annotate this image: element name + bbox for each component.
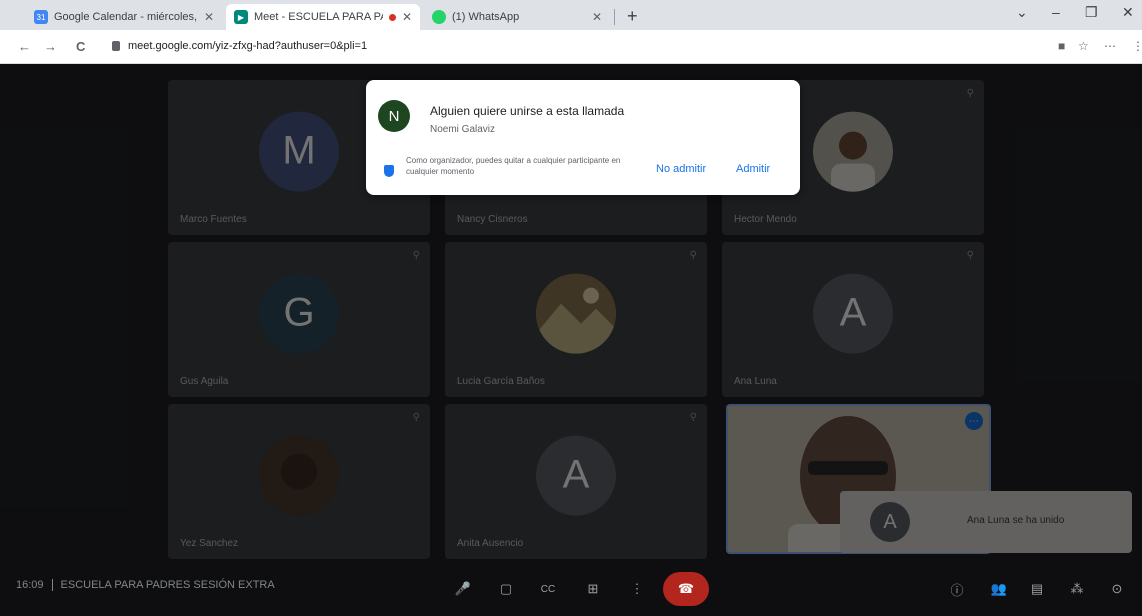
deny-button[interactable]: No admitir (656, 163, 706, 175)
maximize-button[interactable]: ❐ (1085, 4, 1098, 21)
participant-tile[interactable]: G ⚲ Gus Aguila (168, 242, 430, 397)
organizer-note: Como organizador, puedes quitar a cualqu… (406, 156, 621, 176)
url-field[interactable]: meet.google.com/yiz-zfxg-had?authuser=0&… (112, 40, 367, 52)
recording-indicator (388, 13, 396, 21)
lock-icon (112, 41, 120, 51)
shield-icon (384, 165, 394, 177)
end-call-button[interactable]: ☎ (663, 572, 709, 606)
participant-tile[interactable]: ⚲ Yez Sanchez (168, 404, 430, 559)
minimize-button[interactable]: – (1052, 4, 1060, 20)
mic-muted-icon: ⚲ (966, 88, 974, 99)
participant-name: Hector Mendo (734, 214, 797, 225)
browser-menu-icon[interactable]: ⋮ (1132, 39, 1142, 53)
avatar: G (259, 273, 339, 354)
avatar-photo (536, 273, 616, 354)
calendar-icon: 31 (34, 10, 48, 24)
avatar-photo (259, 435, 339, 516)
close-window-button[interactable]: ✕ (1122, 4, 1134, 21)
tab-meet[interactable]: ▶ Meet - ESCUELA PARA PADI ✕ (226, 4, 420, 30)
dialog-title: Alguien quiere unirse a esta llamada (430, 104, 625, 118)
people-button[interactable]: 👥 (982, 572, 1016, 606)
more-options-button[interactable]: ⋯ (965, 412, 983, 430)
mic-muted-icon: ⚲ (412, 412, 420, 423)
chat-button[interactable]: ▤ (1020, 572, 1054, 606)
participant-name: Nancy Cisneros (457, 214, 528, 225)
tab-google-calendar[interactable]: 31 Google Calendar - miércoles, 24 ✕ (26, 4, 222, 30)
tab-search-dropdown[interactable]: ⌄ (1016, 4, 1028, 21)
mic-button[interactable]: 🎤 (446, 572, 480, 606)
participant-tile[interactable]: A ⚲ Ana Luna (722, 242, 984, 397)
activities-button[interactable]: ⁂ (1060, 572, 1094, 606)
participant-name: Lucia García Baños (457, 376, 545, 387)
divider (51, 579, 53, 591)
meeting-info: 16:09 ESCUELA PARA PADRES SESIÓN EXTRA (16, 579, 275, 591)
mic-muted-icon: ⚲ (412, 250, 420, 261)
address-bar: ← → C meet.google.com/yiz-zfxg-had?authu… (0, 30, 1142, 64)
avatar: N (378, 100, 410, 132)
info-button[interactable]: ⓘ (940, 572, 974, 606)
join-request-dialog: N Alguien quiere unirse a esta llamada N… (366, 80, 800, 195)
mic-muted-icon: ⚲ (689, 412, 697, 423)
participant-name: Marco Fuentes (180, 214, 247, 225)
participant-name: Gus Aguila (180, 376, 229, 387)
url-text: meet.google.com/yiz-zfxg-had?authuser=0&… (128, 40, 368, 52)
close-tab-icon[interactable]: ✕ (402, 10, 412, 24)
forward-button[interactable]: → (44, 39, 57, 54)
meeting-title: ESCUELA PARA PADRES SESIÓN EXTRA (60, 579, 275, 591)
new-tab-button[interactable]: + (627, 6, 638, 27)
participant-name: Yez Sanchez (180, 538, 239, 549)
avatar: A (870, 502, 910, 542)
person-photo-icon (281, 453, 317, 490)
tab-title: (1) WhatsApp (452, 11, 520, 23)
participant-tile[interactable]: ⚲ Lucia García Baños (445, 242, 707, 397)
camera-button[interactable]: ▢ (489, 572, 523, 606)
meeting-controls-bar: 16:09 ESCUELA PARA PADRES SESIÓN EXTRA 🎤… (0, 562, 1142, 616)
participant-name: Anita Ausencio (457, 538, 524, 549)
meet-icon: ▶ (234, 10, 248, 24)
tab-strip: 31 Google Calendar - miércoles, 24 ✕ ▶ M… (0, 0, 1142, 30)
landscape-photo-icon (536, 273, 616, 354)
avatar: A (813, 273, 893, 354)
participant-name: Ana Luna (734, 376, 777, 387)
more-options-button[interactable]: ⋮ (620, 572, 654, 606)
profile-icon[interactable]: ⋯ (1104, 39, 1116, 53)
avatar: A (536, 435, 616, 516)
mic-muted-icon: ⚲ (689, 250, 697, 261)
requester-name: Noemi Galaviz (430, 124, 496, 135)
bookmark-star-icon[interactable]: ☆ (1078, 39, 1089, 53)
mic-muted-icon: ⚲ (966, 250, 974, 261)
toast-message: Ana Luna se ha unido (967, 515, 1065, 526)
whatsapp-icon (432, 10, 446, 24)
meeting-time: 16:09 (16, 579, 44, 591)
reload-button[interactable]: C (76, 39, 85, 54)
camera-in-use-icon[interactable]: ■ (1058, 39, 1065, 53)
host-controls-button[interactable]: ⊙ (1100, 572, 1134, 606)
back-button[interactable]: ← (18, 39, 31, 54)
close-tab-icon[interactable]: ✕ (204, 10, 214, 24)
participant-tile[interactable]: A ⚲ Anita Ausencio (445, 404, 707, 559)
admit-button[interactable]: Admitir (736, 163, 770, 175)
captions-button[interactable]: CC (531, 572, 565, 606)
tab-title: Meet - ESCUELA PARA PADI (254, 11, 383, 23)
tab-title: Google Calendar - miércoles, 24 (54, 11, 198, 23)
close-tab-icon[interactable]: ✕ (592, 10, 602, 24)
avatar: M (259, 111, 339, 192)
browser-window: 31 Google Calendar - miércoles, 24 ✕ ▶ M… (0, 0, 1142, 616)
present-button[interactable]: ⊞ (576, 572, 610, 606)
tab-whatsapp[interactable]: (1) WhatsApp ✕ (424, 4, 610, 30)
person-photo-icon (831, 131, 875, 192)
avatar-photo (813, 111, 893, 192)
tab-separator (614, 9, 615, 25)
participant-joined-toast: A Ana Luna se ha unido (840, 491, 1132, 553)
